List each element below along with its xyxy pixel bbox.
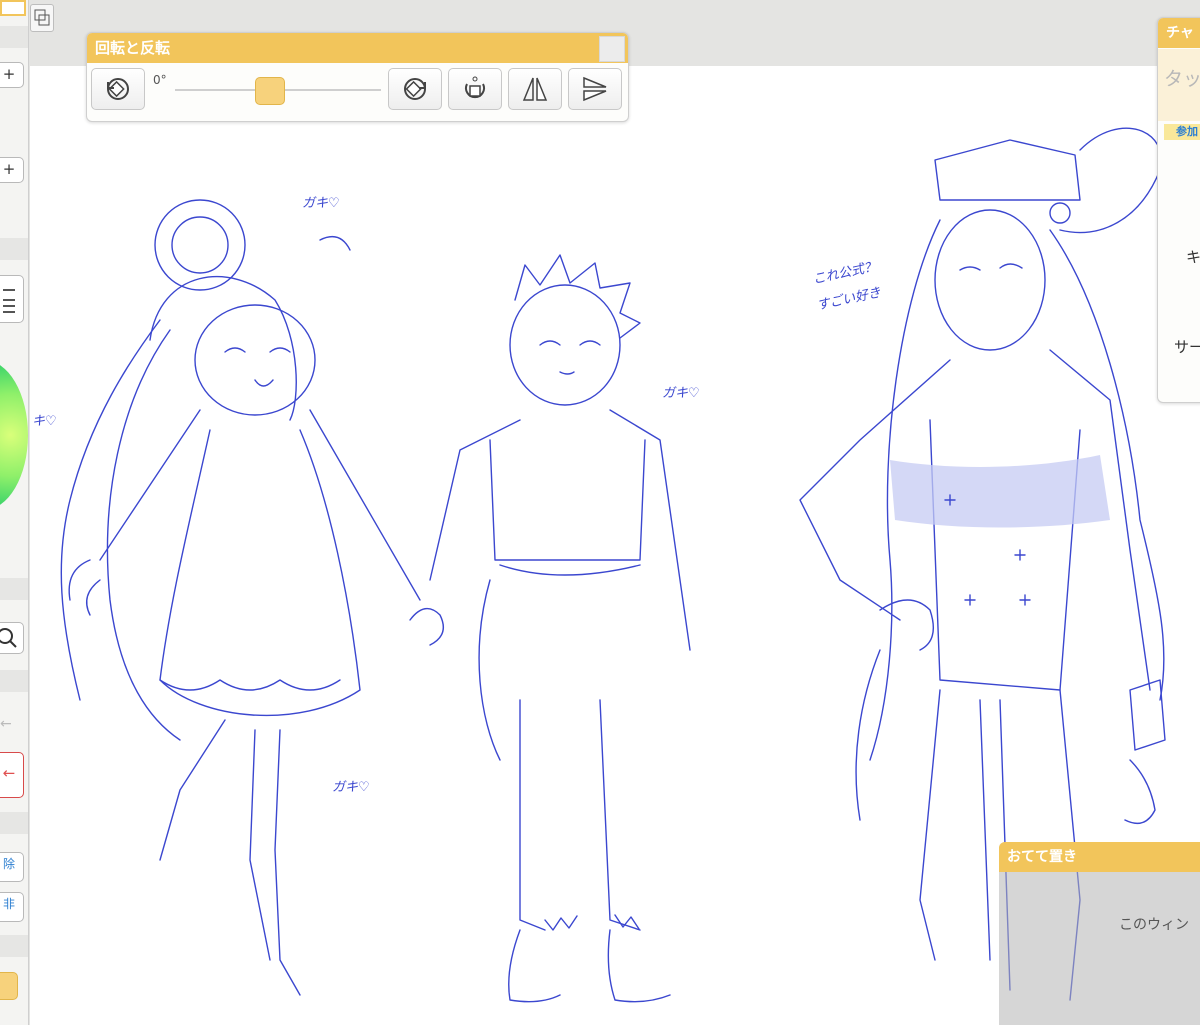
hide-button[interactable]: 非 [0, 892, 24, 922]
angle-value: 0° [153, 73, 167, 87]
opacity-slider-thumb[interactable] [0, 972, 18, 1000]
layer-menu-icon[interactable] [0, 275, 24, 323]
toolbar-separator [0, 26, 28, 48]
flip-horizontal-button[interactable] [508, 68, 562, 110]
redo-button[interactable]: ← [0, 752, 24, 798]
rotate-right-icon [404, 78, 426, 100]
hand-rest-panel[interactable]: おてて置き このウィン [999, 842, 1200, 1025]
add-button-1[interactable]: + [0, 62, 24, 88]
chat-line-2: サー [1174, 338, 1200, 356]
chat-panel: チャ タッ 参加 キ サー [1157, 17, 1200, 403]
flip-vertical-button[interactable] [568, 68, 622, 110]
rotate-left-icon [107, 78, 129, 100]
hand-rest-body: このウィン [1119, 917, 1189, 933]
toolbar-separator [0, 935, 28, 957]
rotate-panel-title[interactable]: 回転と反転 [87, 33, 628, 63]
color-wheel[interactable] [0, 360, 28, 510]
annotation-gaki-1: ガキ♡ [302, 196, 340, 211]
layer-toggle-icon[interactable] [30, 4, 54, 32]
rotate-flip-panel: 回転と反転 0° [86, 32, 629, 122]
flip-vertical-icon [583, 76, 607, 102]
undo-icon[interactable]: ← [0, 716, 18, 732]
add-button-2[interactable]: + [0, 157, 24, 183]
rotate-panel-title-text: 回転と反転 [95, 39, 171, 57]
chat-line-1: キ [1186, 248, 1200, 266]
toolbar-separator [0, 812, 28, 834]
join-badge[interactable]: 参加 [1164, 124, 1200, 140]
girl-figure [60, 199, 421, 996]
annotation-gaki-2: ガキ♡ [662, 386, 700, 401]
rotate-left-button[interactable] [91, 68, 145, 110]
reset-rotation-icon [465, 76, 485, 99]
rotation-slider-thumb[interactable] [255, 77, 285, 105]
hand-rest-title[interactable]: おてて置き [999, 842, 1200, 872]
left-toolbar: + + ← ← 除 非 [0, 0, 29, 1025]
toolbar-top-swatch[interactable] [0, 0, 26, 16]
boy-figure [409, 254, 691, 1003]
rotate-right-button[interactable] [388, 68, 442, 110]
zoom-icon[interactable] [0, 622, 24, 654]
toolbar-separator [0, 670, 28, 692]
remove-button[interactable]: 除 [0, 852, 24, 882]
annotation-gaki-left: キ♡ [32, 414, 57, 429]
annotation-gaki-3: ガキ♡ [332, 780, 370, 795]
toolbar-separator [0, 238, 28, 260]
panel-close-button[interactable] [599, 36, 625, 62]
chat-panel-title[interactable]: チャ [1158, 18, 1200, 48]
rotate-controls: 0° [87, 63, 628, 121]
reset-rotation-button[interactable] [448, 68, 502, 110]
chat-input[interactable]: タッ [1158, 49, 1200, 121]
toolbar-separator [0, 578, 28, 600]
flip-horizontal-icon [522, 77, 548, 101]
